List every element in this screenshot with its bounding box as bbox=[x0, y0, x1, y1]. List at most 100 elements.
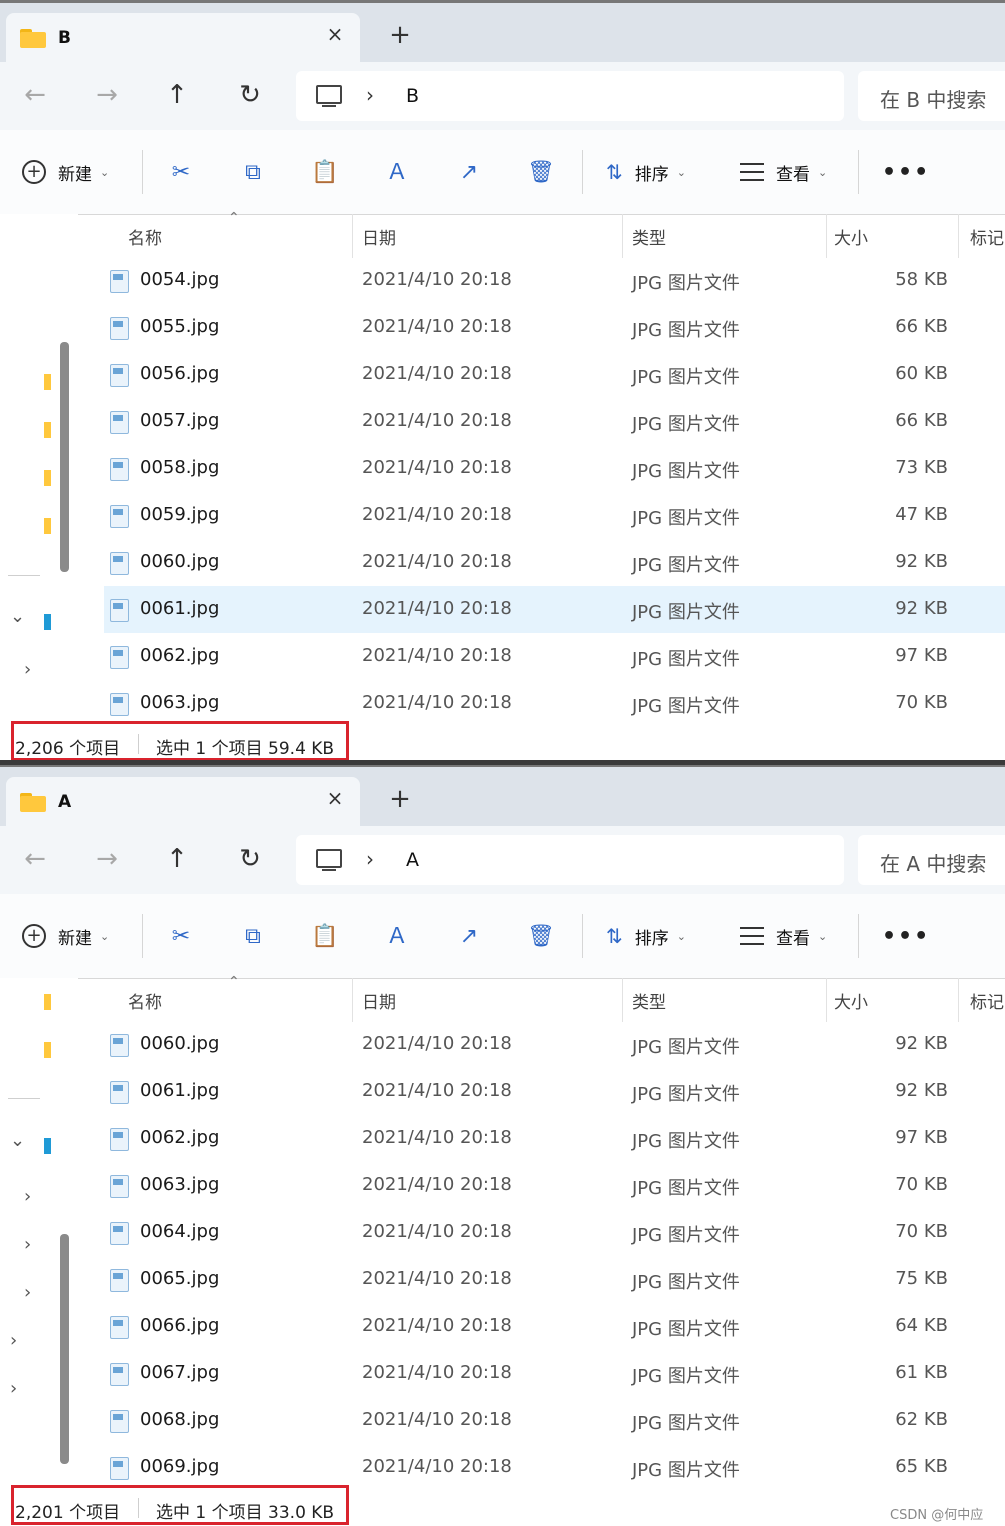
file-row[interactable]: 0060.jpg 2021/4/10 20:18 JPG 图片文件 92 KB bbox=[104, 1021, 1005, 1068]
nav-drive-icon[interactable] bbox=[44, 1138, 51, 1154]
search-input[interactable]: 在 B 中搜索 bbox=[858, 71, 1005, 121]
file-row[interactable]: 0062.jpg 2021/4/10 20:18 JPG 图片文件 97 KB bbox=[104, 633, 1005, 680]
back-icon[interactable]: ← bbox=[18, 842, 52, 876]
up-icon[interactable]: ↑ bbox=[160, 842, 194, 876]
close-icon[interactable]: × bbox=[324, 787, 346, 809]
cut-icon[interactable]: ✂ bbox=[166, 922, 196, 952]
file-row[interactable]: 0058.jpg 2021/4/10 20:18 JPG 图片文件 73 KB bbox=[104, 445, 1005, 492]
chevron-down-icon[interactable]: ⌄ bbox=[10, 1130, 25, 1151]
nav-folder-icon[interactable] bbox=[44, 1042, 51, 1058]
file-row[interactable]: 0063.jpg 2021/4/10 20:18 JPG 图片文件 70 KB bbox=[104, 1162, 1005, 1209]
column-divider[interactable] bbox=[622, 978, 623, 1022]
chevron-right-icon[interactable]: › bbox=[366, 847, 374, 871]
back-icon[interactable]: ← bbox=[18, 78, 52, 112]
file-row[interactable]: 0062.jpg 2021/4/10 20:18 JPG 图片文件 97 KB bbox=[104, 1115, 1005, 1162]
column-date[interactable]: 日期 bbox=[362, 988, 396, 1013]
rename-icon[interactable]: Ａ bbox=[382, 922, 412, 952]
chevron-right-icon[interactable]: › bbox=[24, 1282, 31, 1303]
file-row[interactable]: 0061.jpg 2021/4/10 20:18 JPG 图片文件 92 KB bbox=[104, 1068, 1005, 1115]
new-tab-icon[interactable]: + bbox=[388, 786, 412, 812]
column-divider[interactable] bbox=[352, 978, 353, 1022]
nav-folder-icon[interactable] bbox=[44, 422, 51, 438]
column-divider[interactable] bbox=[622, 214, 623, 258]
column-divider[interactable] bbox=[352, 214, 353, 258]
nav-scrollbar[interactable] bbox=[60, 1234, 69, 1464]
delete-icon[interactable]: 🗑 bbox=[526, 158, 556, 188]
column-divider[interactable] bbox=[826, 214, 827, 258]
more-options-icon[interactable]: ••• bbox=[882, 920, 930, 952]
file-row[interactable]: 0060.jpg 2021/4/10 20:18 JPG 图片文件 92 KB bbox=[104, 539, 1005, 586]
new-button[interactable]: + 新建 ⌄ bbox=[22, 920, 109, 952]
share-icon[interactable]: ↗ bbox=[454, 158, 484, 188]
delete-icon[interactable]: 🗑 bbox=[526, 922, 556, 952]
file-row[interactable]: 0066.jpg 2021/4/10 20:18 JPG 图片文件 64 KB bbox=[104, 1303, 1005, 1350]
chevron-down-icon[interactable]: ⌄ bbox=[10, 606, 25, 627]
column-size[interactable]: 大小 bbox=[834, 224, 868, 249]
rename-icon[interactable]: Ａ bbox=[382, 158, 412, 188]
file-row[interactable]: 0065.jpg 2021/4/10 20:18 JPG 图片文件 75 KB bbox=[104, 1256, 1005, 1303]
column-name[interactable]: 名称 bbox=[128, 224, 162, 249]
view-button[interactable]: 查看 ⌄ bbox=[740, 156, 827, 188]
column-name[interactable]: 名称 bbox=[128, 988, 162, 1013]
nav-scrollbar[interactable] bbox=[60, 342, 69, 572]
file-row[interactable]: 0054.jpg 2021/4/10 20:18 JPG 图片文件 58 KB bbox=[104, 257, 1005, 304]
address-field[interactable]: › A bbox=[296, 835, 844, 885]
nav-folder-icon[interactable] bbox=[44, 374, 51, 390]
column-tags[interactable]: 标记 bbox=[970, 224, 1004, 249]
file-name: 0063.jpg bbox=[140, 1174, 220, 1195]
file-row[interactable]: 0064.jpg 2021/4/10 20:18 JPG 图片文件 70 KB bbox=[104, 1209, 1005, 1256]
up-icon[interactable]: ↑ bbox=[160, 78, 194, 112]
copy-icon[interactable]: ⧉ bbox=[238, 922, 268, 952]
new-tab-icon[interactable]: + bbox=[388, 22, 412, 48]
column-type[interactable]: 类型 bbox=[632, 988, 666, 1013]
share-icon[interactable]: ↗ bbox=[454, 922, 484, 952]
column-tags[interactable]: 标记 bbox=[970, 988, 1004, 1013]
column-size[interactable]: 大小 bbox=[834, 988, 868, 1013]
file-row[interactable]: 0068.jpg 2021/4/10 20:18 JPG 图片文件 62 KB bbox=[104, 1397, 1005, 1444]
refresh-icon[interactable]: ↻ bbox=[233, 78, 267, 112]
chevron-right-icon[interactable]: › bbox=[10, 1378, 17, 1399]
file-row[interactable]: 0055.jpg 2021/4/10 20:18 JPG 图片文件 66 KB bbox=[104, 304, 1005, 351]
breadcrumb[interactable]: B bbox=[406, 85, 419, 107]
forward-icon[interactable]: → bbox=[90, 842, 124, 876]
cut-icon[interactable]: ✂ bbox=[166, 158, 196, 188]
chevron-right-icon[interactable]: › bbox=[24, 1234, 31, 1255]
file-row[interactable]: 0061.jpg 2021/4/10 20:18 JPG 图片文件 92 KB bbox=[104, 586, 1005, 633]
paste-icon[interactable]: 📋 bbox=[310, 158, 340, 188]
paste-icon[interactable]: 📋 bbox=[310, 922, 340, 952]
search-input[interactable]: 在 A 中搜索 bbox=[858, 835, 1005, 885]
file-row[interactable]: 0063.jpg 2021/4/10 20:18 JPG 图片文件 70 KB bbox=[104, 680, 1005, 727]
tab[interactable]: A × bbox=[6, 777, 360, 831]
column-divider[interactable] bbox=[826, 978, 827, 1022]
column-divider[interactable] bbox=[958, 214, 959, 258]
file-row[interactable]: 0067.jpg 2021/4/10 20:18 JPG 图片文件 61 KB bbox=[104, 1350, 1005, 1397]
file-row[interactable]: 0056.jpg 2021/4/10 20:18 JPG 图片文件 60 KB bbox=[104, 351, 1005, 398]
more-options-icon[interactable]: ••• bbox=[882, 156, 930, 188]
file-row[interactable]: 0057.jpg 2021/4/10 20:18 JPG 图片文件 66 KB bbox=[104, 398, 1005, 445]
breadcrumb[interactable]: A bbox=[406, 849, 419, 871]
sort-button[interactable]: ⇅ 排序 ⌄ bbox=[606, 156, 686, 188]
refresh-icon[interactable]: ↻ bbox=[233, 842, 267, 876]
column-divider[interactable] bbox=[958, 978, 959, 1022]
nav-drive-icon[interactable] bbox=[44, 614, 51, 630]
column-type[interactable]: 类型 bbox=[632, 224, 666, 249]
forward-icon[interactable]: → bbox=[90, 78, 124, 112]
nav-folder-icon[interactable] bbox=[44, 994, 51, 1010]
copy-icon[interactable]: ⧉ bbox=[238, 158, 268, 188]
file-row[interactable]: 0069.jpg 2021/4/10 20:18 JPG 图片文件 65 KB bbox=[104, 1444, 1005, 1491]
chevron-right-icon[interactable]: › bbox=[24, 1186, 31, 1207]
new-button[interactable]: + 新建 ⌄ bbox=[22, 156, 109, 188]
chevron-right-icon[interactable]: › bbox=[24, 659, 31, 680]
tab[interactable]: B × bbox=[6, 13, 360, 67]
address-field[interactable]: › B bbox=[296, 71, 844, 121]
nav-folder-icon[interactable] bbox=[44, 470, 51, 486]
view-button[interactable]: 查看 ⌄ bbox=[740, 920, 827, 952]
file-row[interactable]: 0059.jpg 2021/4/10 20:18 JPG 图片文件 47 KB bbox=[104, 492, 1005, 539]
file-type: JPG 图片文件 bbox=[632, 1413, 740, 1434]
column-date[interactable]: 日期 bbox=[362, 224, 396, 249]
close-icon[interactable]: × bbox=[324, 23, 346, 45]
sort-button[interactable]: ⇅ 排序 ⌄ bbox=[606, 920, 686, 952]
chevron-right-icon[interactable]: › bbox=[10, 1330, 17, 1351]
chevron-right-icon[interactable]: › bbox=[366, 83, 374, 107]
nav-folder-icon[interactable] bbox=[44, 518, 51, 534]
